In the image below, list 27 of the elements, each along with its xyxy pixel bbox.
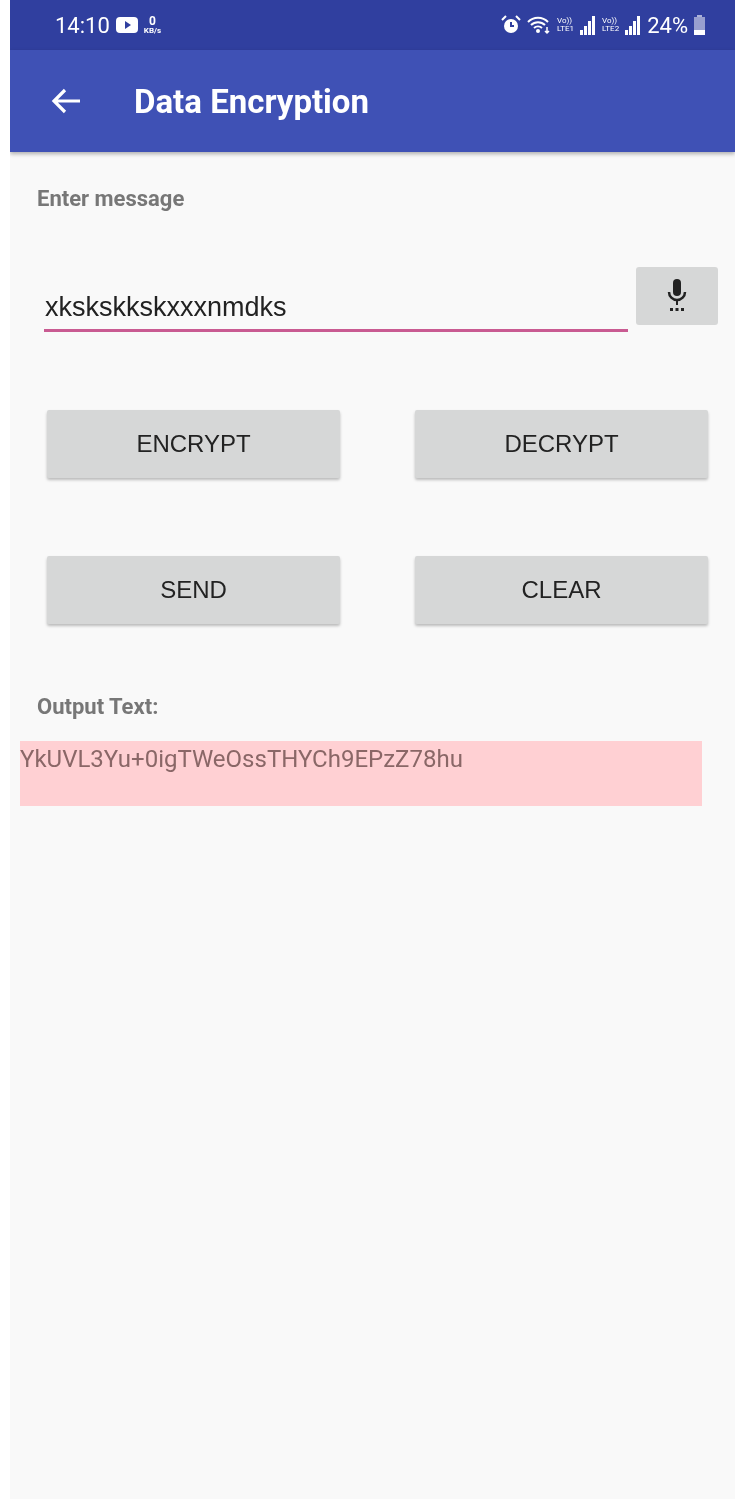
volte-label: Vo)) [557,17,574,25]
screen-title: Data Encryption [134,81,369,121]
clock: 14:10 [55,12,110,38]
lte-label: LTE1 [557,25,575,33]
net-speed: 0 [149,15,156,27]
battery-percent: 24% [647,12,688,38]
action-button[interactable]: ENCRYPT [47,410,340,478]
back-arrow-icon [50,87,82,115]
output-label: Output Text: [37,694,160,719]
signal-icon [625,15,642,35]
battery-icon [694,15,705,35]
action-button[interactable]: CLEAR [415,556,708,624]
lte-label: LTE2 [602,25,620,33]
message-input[interactable]: xkskskkskxxxnmdks [44,292,628,332]
action-button[interactable]: SEND [47,556,340,624]
mic-button[interactable] [636,267,718,325]
back-button[interactable] [50,87,82,115]
microphone-icon [667,279,687,313]
volte-label: Vo)) [602,17,619,25]
wifi-icon [527,15,552,35]
action-button[interactable]: DECRYPT [415,410,708,478]
alarm-icon [501,15,522,35]
output-text: YkUVL3Yu+0igTWeOssTHYCh9EPzZ78hu [20,741,702,806]
signal-icon [580,15,597,35]
message-label: Enter message [37,186,186,211]
net-speed-unit: KB/s [143,27,162,35]
video-play-icon [115,17,138,33]
